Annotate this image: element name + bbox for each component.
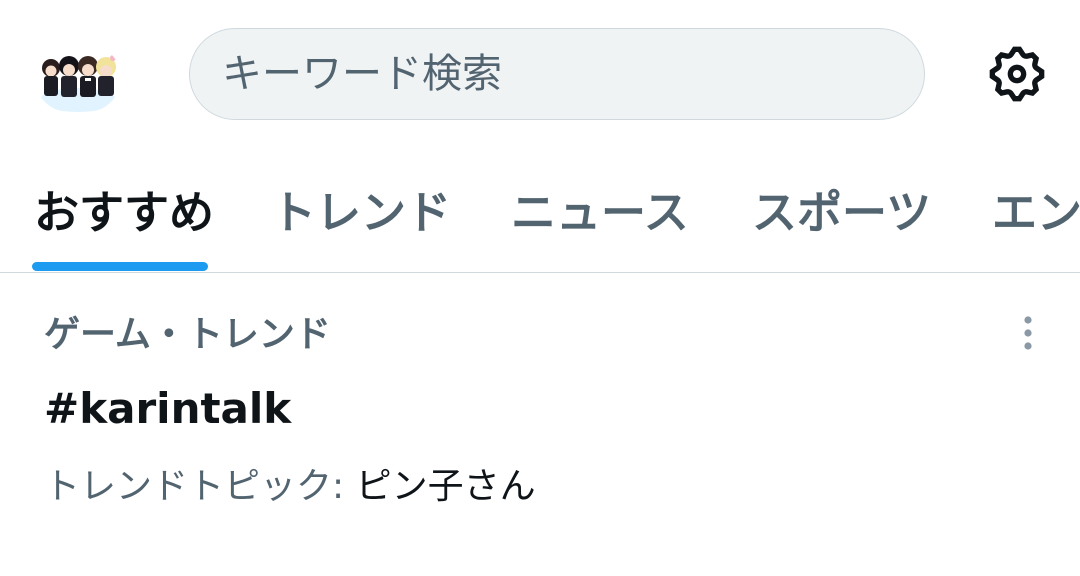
tab-label: おすすめ	[34, 186, 215, 239]
tab-label: エンタメ	[992, 186, 1080, 239]
gear-icon[interactable]	[985, 42, 1049, 106]
trend-topic: トレンドトピック: ピン子さん	[44, 465, 536, 509]
trend-hashtag: #karintalk	[44, 384, 292, 433]
search-bar[interactable]	[189, 28, 925, 120]
explore-tabs: おすすめ トレンド ニュース スポーツ エンタメ	[0, 150, 1080, 273]
active-tab-indicator	[32, 262, 208, 271]
tab-label: スポーツ	[752, 186, 932, 239]
trend-topic-value: ピン子さん	[355, 466, 536, 507]
search-input[interactable]	[222, 51, 862, 97]
explore-page: おすすめ トレンド ニュース スポーツ エンタメ ゲーム・トレンド #karin…	[0, 0, 1080, 576]
trend-item[interactable]: ゲーム・トレンド #karintalk トレンドトピック: ピン子さん	[0, 273, 1080, 576]
more-vertical-icon[interactable]	[1008, 313, 1048, 357]
tab-label: ニュース	[511, 186, 689, 239]
trend-topic-label: トレンドトピック:	[44, 466, 356, 507]
top-bar	[0, 0, 1080, 150]
tab-label: トレンド	[271, 186, 452, 239]
trend-context: ゲーム・トレンド	[44, 314, 331, 355]
profile-avatar-icon[interactable]	[35, 44, 121, 112]
